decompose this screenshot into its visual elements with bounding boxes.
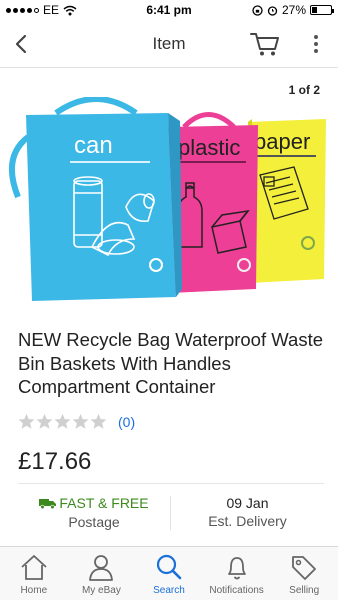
- bell-icon: [227, 557, 246, 580]
- star-icon: [90, 413, 107, 429]
- product-image[interactable]: paper plastic can: [8, 97, 330, 307]
- status-bar: EE 6:41 pm 27%: [0, 0, 338, 20]
- home-icon: [21, 555, 47, 580]
- plastic-bag-label: plastic: [178, 135, 240, 160]
- can-bag: can: [9, 97, 182, 301]
- tab-label: My eBay: [81, 585, 121, 596]
- status-right: 27%: [252, 3, 334, 17]
- delivery-date: 09 Jan: [226, 495, 269, 511]
- can-bag-label: can: [74, 132, 113, 159]
- tab-selling[interactable]: Selling: [270, 547, 338, 600]
- tab-label: Search: [153, 585, 185, 596]
- more-vertical-icon[interactable]: [308, 32, 324, 56]
- page-indicator: 1 of 2: [288, 83, 320, 97]
- rating[interactable]: (0): [18, 413, 135, 430]
- delivery-sub: Est. Delivery: [208, 513, 287, 529]
- truck-icon: [39, 498, 57, 509]
- star-icon: [54, 413, 71, 429]
- tab-notifications[interactable]: Notifications: [203, 547, 271, 600]
- nav-bar: Item: [0, 20, 338, 68]
- tab-label: Home: [20, 585, 48, 596]
- page-title: Item: [152, 34, 186, 53]
- product-gallery[interactable]: 1 of 2 paper plastic can: [0, 69, 338, 314]
- battery-fill: [312, 7, 317, 13]
- tab-label: Selling: [289, 585, 320, 596]
- tab-home[interactable]: Home: [0, 547, 68, 600]
- shipping-label: FAST & FREE: [59, 495, 149, 511]
- shipping-cost: FAST & FREE Postage: [18, 494, 170, 531]
- star-icon: [36, 413, 53, 429]
- tab-my-ebay[interactable]: My eBay: [68, 547, 136, 600]
- paper-bag-label: paper: [254, 129, 310, 154]
- tab-label: Notifications: [209, 585, 264, 596]
- battery-icon: [310, 5, 334, 15]
- person-icon: [89, 555, 114, 581]
- search-icon: [156, 554, 182, 580]
- cart-icon[interactable]: [250, 31, 280, 57]
- tab-bar: Home My eBay Search Notifications Sellin…: [0, 546, 338, 600]
- price: £17.66: [18, 448, 92, 475]
- star-icon: [72, 413, 89, 429]
- review-count-link[interactable]: (0): [118, 414, 135, 430]
- delivery-estimate: 09 Jan Est. Delivery: [171, 494, 324, 530]
- star-icon: [18, 413, 35, 429]
- paper-bag: paper: [248, 119, 326, 283]
- product-title: NEW Recycle Bag Waterproof Waste Bin Bas…: [18, 329, 323, 397]
- tag-icon: [292, 556, 317, 580]
- shipping-sub: Postage: [68, 513, 120, 530]
- tab-search[interactable]: Search: [135, 547, 203, 600]
- alarm-icon: [267, 5, 278, 16]
- rotation-lock-icon: [252, 4, 263, 16]
- battery-percent: 27%: [281, 3, 306, 17]
- shipping-info: FAST & FREE Postage 09 Jan Est. Delivery: [18, 483, 324, 541]
- star-rating: [18, 413, 107, 430]
